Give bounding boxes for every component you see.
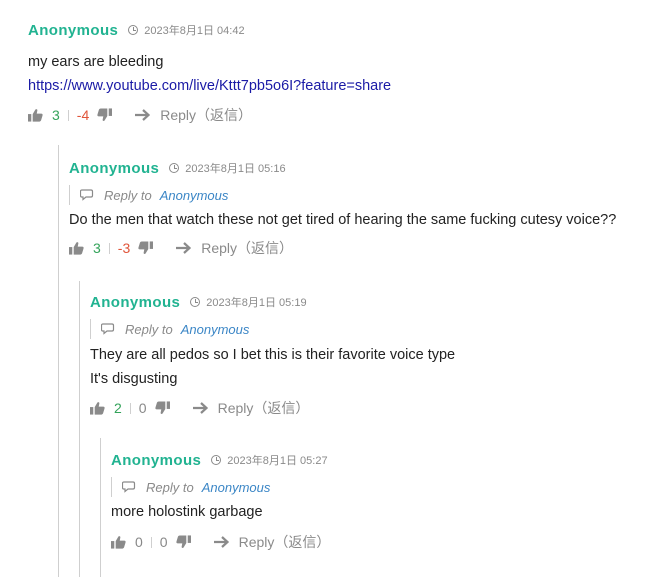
downvote-count: 0 bbox=[159, 534, 168, 550]
reply-to-label: Reply to bbox=[104, 187, 152, 203]
downvote-count: 0 bbox=[138, 400, 147, 416]
reply-to-name[interactable]: Anonymous bbox=[202, 480, 271, 495]
clock-icon bbox=[211, 455, 222, 465]
upvote-count: 2 bbox=[114, 400, 122, 416]
thumbs-up-icon[interactable] bbox=[28, 108, 43, 122]
comment-text-line-2: It's disgusting bbox=[90, 371, 178, 387]
comment-text: Do the men that watch these not get tire… bbox=[69, 212, 617, 228]
upvote-count: 3 bbox=[52, 107, 60, 123]
comment-header: Anonymous 2023年8月1日 05:19 bbox=[90, 292, 630, 312]
speech-bubble-icon bbox=[122, 481, 136, 493]
vote-divider bbox=[129, 402, 131, 414]
comment-actions: 3 -4 Reply（返信） bbox=[28, 104, 628, 126]
reply-to-name[interactable]: Anonymous bbox=[181, 322, 250, 337]
comment-text: more holostink garbage bbox=[111, 504, 263, 520]
comment-actions: 2 0 Reply（返信） bbox=[90, 397, 630, 419]
comment-4: Anonymous 2023年8月1日 05:27 Reply to Anony… bbox=[111, 450, 631, 553]
thread-line-level-1 bbox=[58, 145, 59, 577]
reply-button[interactable]: Reply（返信） bbox=[160, 105, 252, 125]
comment-header: Anonymous 2023年8月1日 05:16 bbox=[69, 158, 639, 178]
reply-button[interactable]: Reply（返信） bbox=[239, 532, 331, 552]
speech-bubble-icon bbox=[80, 189, 94, 201]
author-name[interactable]: Anonymous bbox=[111, 452, 201, 469]
reply-to-label: Reply to bbox=[146, 479, 194, 495]
downvote-count: -3 bbox=[117, 240, 131, 256]
comment-actions: 0 0 Reply（返信） bbox=[111, 531, 631, 553]
thread-line-level-2 bbox=[79, 281, 80, 577]
comment-text-line-1: They are all pedos so I bet this is thei… bbox=[90, 347, 456, 363]
comment-2: Anonymous 2023年8月1日 05:16 Reply to Anony… bbox=[69, 158, 639, 259]
thumbs-down-icon[interactable] bbox=[175, 535, 191, 549]
thumbs-up-icon[interactable] bbox=[90, 401, 105, 415]
author-name[interactable]: Anonymous bbox=[28, 22, 118, 39]
author-name[interactable]: Anonymous bbox=[90, 294, 180, 311]
reply-arrow-icon[interactable] bbox=[134, 109, 151, 121]
comment-actions: 3 -3 Reply（返信） bbox=[69, 237, 639, 259]
reply-to-name[interactable]: Anonymous bbox=[160, 188, 229, 203]
comment-text: my ears are bleeding bbox=[28, 54, 164, 70]
thumbs-up-icon[interactable] bbox=[69, 241, 84, 255]
upvote-count: 3 bbox=[93, 240, 101, 256]
thread-line-level-3 bbox=[100, 438, 101, 577]
thumbs-down-icon[interactable] bbox=[97, 108, 113, 122]
clock-icon bbox=[128, 25, 139, 35]
timestamp: 2023年8月1日 05:27 bbox=[227, 455, 328, 467]
timestamp: 2023年8月1日 05:19 bbox=[206, 297, 307, 309]
comment-1: Anonymous 2023年8月1日 04:42 my ears are bl… bbox=[28, 20, 628, 126]
reply-to-line: Reply to Anonymous bbox=[90, 319, 630, 339]
clock-icon bbox=[190, 297, 201, 307]
upvote-count: 0 bbox=[135, 534, 143, 550]
clock-icon bbox=[169, 163, 180, 173]
timestamp: 2023年8月1日 05:16 bbox=[185, 163, 286, 175]
thumbs-up-icon[interactable] bbox=[111, 535, 126, 549]
reply-to-line: Reply to Anonymous bbox=[69, 185, 639, 205]
author-name[interactable]: Anonymous bbox=[69, 160, 159, 177]
comment-header: Anonymous 2023年8月1日 04:42 bbox=[28, 20, 628, 40]
reply-arrow-icon[interactable] bbox=[192, 402, 208, 414]
comment-3: Anonymous 2023年8月1日 05:19 Reply to Anony… bbox=[90, 292, 630, 419]
vote-divider bbox=[108, 242, 110, 254]
reply-button[interactable]: Reply（返信） bbox=[218, 398, 310, 418]
comment-link[interactable]: https://www.youtube.com/live/Kttt7pb5o6I… bbox=[28, 78, 391, 94]
downvote-count: -4 bbox=[76, 107, 90, 123]
reply-arrow-icon[interactable] bbox=[175, 242, 192, 254]
speech-bubble-icon bbox=[101, 323, 115, 335]
reply-button[interactable]: Reply（返信） bbox=[201, 238, 293, 258]
vote-divider bbox=[67, 109, 69, 121]
comment-header: Anonymous 2023年8月1日 05:27 bbox=[111, 450, 631, 470]
vote-divider bbox=[150, 536, 152, 548]
timestamp: 2023年8月1日 04:42 bbox=[144, 25, 245, 37]
reply-to-line: Reply to Anonymous bbox=[111, 477, 631, 497]
reply-to-label: Reply to bbox=[125, 321, 173, 337]
thumbs-down-icon[interactable] bbox=[154, 401, 170, 415]
thumbs-down-icon[interactable] bbox=[138, 241, 154, 255]
reply-arrow-icon[interactable] bbox=[213, 536, 229, 548]
